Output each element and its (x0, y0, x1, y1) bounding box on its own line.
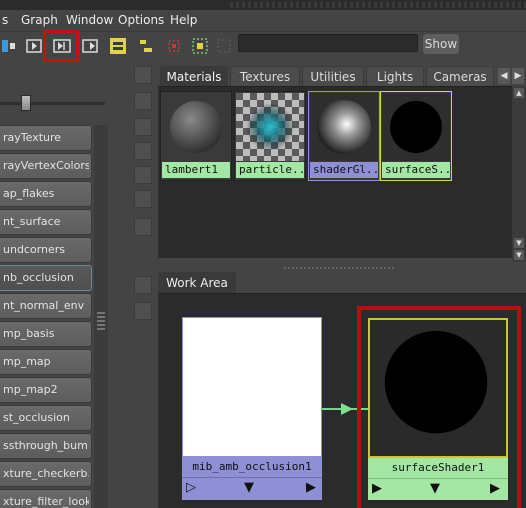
particle-thumbnail-icon (236, 93, 304, 161)
title-strip-texture (230, 2, 526, 8)
tab-textures[interactable]: Textures (230, 66, 300, 86)
node-type-label: mp_map (3, 355, 51, 368)
black-sphere-thumbnail-icon (382, 93, 450, 161)
side-icon-column (130, 62, 156, 508)
material-swatch-lambert1[interactable]: lambert1 (160, 91, 232, 181)
material-swatch-surfaceshader[interactable]: surfaceS... (380, 91, 452, 181)
node-type-label: rayTexture (3, 131, 62, 144)
node-mib-amb-occlusion[interactable]: mib_amb_occlusion1 ▷ ▼ ▶ (182, 317, 322, 500)
list-view-icon[interactable] (134, 92, 152, 110)
tab-materials[interactable]: Materials (160, 66, 228, 86)
swatch-label: shaderGl... (310, 162, 378, 178)
node-type-button[interactable]: mp_map2 (0, 377, 92, 403)
scroll-down-icon[interactable]: ▼ (514, 238, 524, 248)
node-type-button[interactable]: ap_flakes (0, 181, 92, 207)
node-swatch (182, 317, 322, 457)
node-type-button[interactable]: mp_map (0, 349, 92, 375)
node-type-label: nb_occlusion (3, 271, 74, 284)
node-type-label: xture_filter_look... (3, 495, 89, 508)
node-highlight-frame (357, 306, 521, 508)
sort-time-icon[interactable] (134, 276, 152, 294)
materials-scrollbar[interactable]: ▲ ▼ ▼ (512, 86, 526, 262)
tab-work-area[interactable]: Work Area (158, 272, 236, 293)
graph-upstream-icon[interactable] (24, 36, 44, 56)
swatch-label: particle... (236, 162, 304, 178)
sphere-thumbnail-icon (162, 93, 230, 161)
sort-type-icon[interactable] (134, 218, 152, 236)
show-hide-icon[interactable] (190, 36, 210, 56)
large-icons-icon[interactable] (134, 118, 152, 136)
show-button[interactable]: Show (423, 34, 459, 54)
tab-cameras[interactable]: Cameras (426, 66, 494, 86)
tab-lights[interactable]: Lights (366, 66, 424, 86)
node-type-label: mp_map2 (3, 383, 58, 396)
node-title: mib_amb_occlusion1 (182, 457, 322, 477)
node-type-button[interactable]: rayVertexColors (0, 153, 92, 179)
clear-graph-icon[interactable] (164, 36, 184, 56)
node-type-label: nt_surface (3, 215, 61, 228)
node-type-button[interactable]: xture_filter_look... (0, 489, 92, 508)
glow-sphere-thumbnail-icon (310, 93, 378, 161)
node-type-label: ssthrough_bum... (3, 439, 89, 452)
menu-item-s[interactable]: s (2, 13, 8, 27)
materials-panel: Materials Textures Utilities Lights Came… (158, 66, 526, 262)
node-type-button[interactable]: st_occlusion (0, 405, 92, 431)
node-type-label: nt_normal_env (3, 299, 85, 312)
node-ports: ▷ ▼ ▶ (182, 477, 322, 500)
scroll-up-icon[interactable]: ▲ (514, 88, 524, 98)
icon-size-slider-handle[interactable] (21, 95, 31, 111)
material-swatch-particle[interactable]: particle... (234, 91, 306, 181)
input-port-icon[interactable]: ▷ (186, 480, 196, 495)
swatch-label: lambert1 (162, 162, 230, 178)
node-type-label: mp_basis (3, 327, 55, 340)
hypershade-window: s Graph Window Options Help Show rayText… (0, 0, 526, 508)
scroll-grip[interactable] (97, 312, 105, 330)
sort-name-icon[interactable] (134, 190, 152, 208)
connection-arrow-icon (341, 403, 353, 415)
node-type-button[interactable]: mp_basis (0, 321, 92, 347)
output-port-icon[interactable]: ▶ (306, 480, 316, 495)
tab-scroll-left-icon[interactable]: ◀ (498, 68, 510, 84)
menu-item-graph[interactable]: Graph (21, 13, 58, 27)
title-strip (0, 0, 526, 10)
node-type-button[interactable]: rayTexture (0, 125, 92, 151)
medium-icons-icon[interactable] (134, 142, 152, 160)
node-type-label: xture_checkerb... (3, 467, 89, 480)
rearrange-graph-icon[interactable] (136, 36, 156, 56)
menu-item-options[interactable]: Options (118, 13, 164, 27)
tab-utilities[interactable]: Utilities (302, 66, 364, 86)
node-type-button[interactable]: ssthrough_bum... (0, 433, 92, 459)
node-type-label: rayVertexColors (3, 159, 89, 172)
node-type-label: ap_flakes (3, 187, 55, 200)
search-input[interactable] (238, 34, 418, 52)
node-type-button[interactable]: xture_checkerb... (0, 461, 92, 487)
swatch-label: surfaceS... (382, 162, 450, 178)
node-type-button[interactable]: nt_normal_env (0, 293, 92, 319)
node-type-button[interactable]: nb_occlusion (0, 265, 92, 291)
graph-materials-icon[interactable] (0, 36, 20, 56)
toolbar-highlight-frame (43, 30, 79, 62)
reverse-order-icon[interactable] (134, 302, 152, 320)
toggle-filter-icon[interactable] (214, 36, 234, 56)
menu-bar: s Graph Window Options Help (0, 10, 526, 32)
splitter-grip[interactable] (284, 267, 394, 269)
input-output-icon[interactable] (108, 36, 128, 56)
small-icons-icon[interactable] (134, 166, 152, 184)
node-type-label: st_occlusion (3, 411, 70, 424)
expand-attributes-icon[interactable]: ▼ (244, 480, 254, 495)
graph-downstream-icon[interactable] (80, 36, 100, 56)
panel-toggle-icon[interactable] (134, 66, 152, 84)
node-type-button[interactable]: undcorners (0, 237, 92, 263)
menu-item-window[interactable]: Window (66, 13, 113, 27)
tab-scroll-right-icon[interactable]: ▶ (512, 68, 524, 84)
scroll-down-end-icon[interactable]: ▼ (514, 250, 524, 260)
panel-splitter[interactable] (158, 264, 526, 272)
icon-size-slider-track[interactable] (0, 102, 105, 105)
material-swatch-shaderglow[interactable]: shaderGl... (308, 91, 380, 181)
node-type-label: undcorners (3, 243, 66, 256)
menu-item-help[interactable]: Help (170, 13, 197, 27)
node-type-button[interactable]: nt_surface (0, 209, 92, 235)
